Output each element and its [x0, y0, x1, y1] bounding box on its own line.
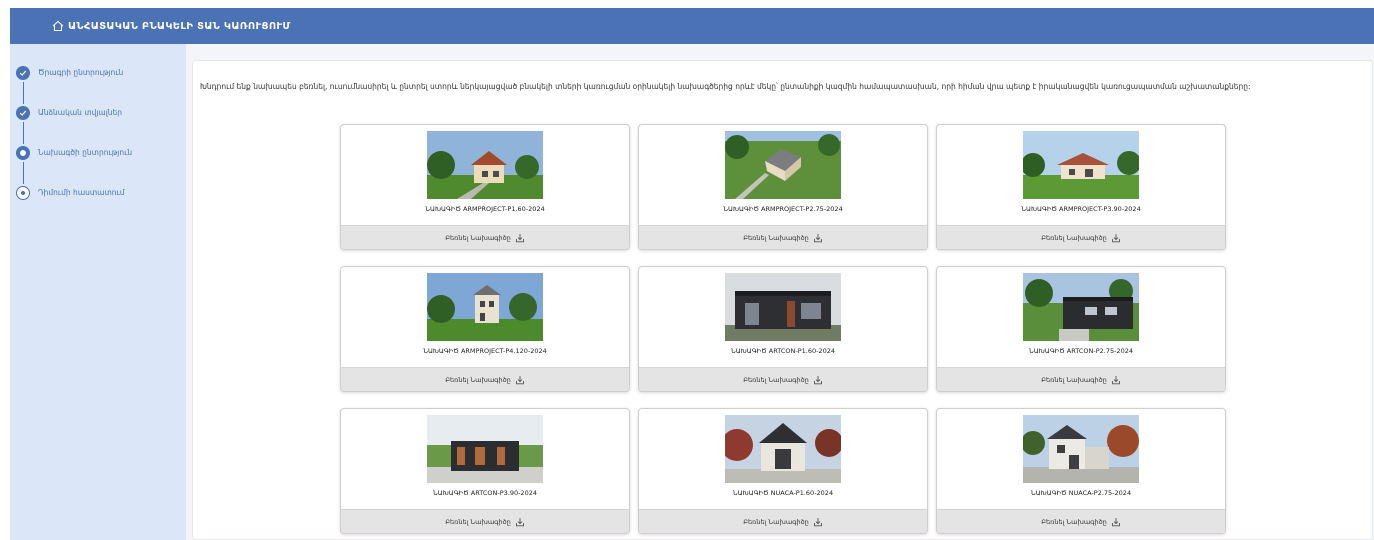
step-label: Դիմումի հաստատում — [38, 188, 125, 197]
download-label: Բեռնել Նախագիծը — [1041, 375, 1107, 384]
download-label: Բեռնել Նախագիծը — [1041, 233, 1107, 242]
project-card[interactable]: ՆԱԽԱԳԻԾ ARMPROJECT-P4.120-2024 Բեռնել Նա… — [340, 266, 630, 392]
project-card[interactable]: ՆԱԽԱԳԻԾ ARTCON-P3.90-2024 Բեռնել Նախագիծ… — [340, 408, 630, 534]
project-name: ՆԱԽԱԳԻԾ NUACA-P1.60-2024 — [732, 489, 834, 497]
download-project-button[interactable]: Բեռնել Նախագիծը — [341, 509, 629, 533]
download-icon — [1111, 233, 1120, 242]
step-label: Անձնական տվյալներ — [38, 108, 123, 117]
project-card[interactable]: ՆԱԽԱԳԻԾ NUACA-P1.60-2024 Բեռնել Նախագիծը — [638, 408, 928, 534]
download-project-button[interactable]: Բեռնել Նախագիծը — [937, 225, 1225, 249]
download-project-button[interactable]: Բեռնել Նախագիծը — [639, 509, 927, 533]
download-label: Բեռնել Նախագիծը — [445, 517, 511, 526]
project-card[interactable]: ՆԱԽԱԳԻԾ NUACA-P2.75-2024 Բեռնել Նախագիծը — [936, 408, 1226, 534]
project-card[interactable]: ՆԱԽԱԳԻԾ ARMPROJECT-P2.75-2024 Բեռնել Նախ… — [638, 124, 928, 250]
step-connector — [22, 122, 24, 144]
download-icon — [1111, 375, 1120, 384]
download-project-button[interactable]: Բեռնել Նախագիծը — [937, 509, 1225, 533]
download-icon — [515, 233, 524, 242]
page-header: ԱՆՀԱՏԱԿԱՆ ԲՆԱԿԵԼԻ ՏԱՆ ԿԱՌՈՒՑՈՒՄ — [10, 8, 1374, 44]
project-card[interactable]: ՆԱԽԱԳԻԾ ARMPROJECT-P3.90-2024 Բեռնել Նախ… — [936, 124, 1226, 250]
download-icon — [813, 517, 822, 526]
check-icon — [16, 66, 30, 80]
project-name: ՆԱԽԱԳԻԾ NUACA-P2.75-2024 — [1030, 489, 1132, 497]
project-image — [1023, 415, 1139, 483]
project-image — [725, 273, 841, 341]
download-icon — [515, 375, 524, 384]
download-project-button[interactable]: Բեռնել Նախագիծը — [639, 367, 927, 391]
download-project-button[interactable]: Բեռնել Նախագիծը — [341, 225, 629, 249]
download-label: Բեռնել Նախագիծը — [743, 233, 809, 242]
check-icon — [16, 106, 30, 120]
download-label: Բեռնել Նախագիծը — [743, 375, 809, 384]
download-project-button[interactable]: Բեռնել Նախագիծը — [341, 367, 629, 391]
step-connector — [22, 162, 24, 184]
step-personal-data[interactable]: Անձնական տվյալներ — [16, 106, 132, 146]
project-name: ՆԱԽԱԳԻԾ ARMPROJECT-P3.90-2024 — [1021, 205, 1141, 213]
download-icon — [1111, 517, 1120, 526]
project-name: ՆԱԽԱԳԻԾ ARMPROJECT-P1.60-2024 — [425, 205, 545, 213]
project-name: ՆԱԽԱԳԻԾ ARTCON-P3.90-2024 — [433, 489, 537, 497]
download-project-button[interactable]: Բեռնել Նախագիծը — [639, 225, 927, 249]
current-step-icon — [16, 146, 30, 160]
project-name: ՆԱԽԱԳԻԾ ARMPROJECT-P2.75-2024 — [723, 205, 843, 213]
download-label: Բեռնել Նախագիծը — [445, 233, 511, 242]
project-card[interactable]: ՆԱԽԱԳԻԾ ARMPROJECT-P1.60-2024 Բեռնել Նախ… — [340, 124, 630, 250]
project-card[interactable]: ՆԱԽԱԳԻԾ ARTCON-P1.60-2024 Բեռնել Նախագիծ… — [638, 266, 928, 392]
step-connector — [22, 82, 24, 104]
download-project-button[interactable]: Բեռնել Նախագիծը — [937, 367, 1225, 391]
home-icon[interactable] — [52, 20, 64, 32]
step-application-confirmation[interactable]: Դիմումի հաստատում — [16, 186, 132, 226]
step-project-selection[interactable]: Նախագծի ընտրություն — [16, 146, 132, 186]
project-image — [1023, 131, 1139, 199]
project-image — [427, 415, 543, 483]
project-name: ՆԱԽԱԳԻԾ ARTCON-P1.60-2024 — [731, 347, 835, 355]
step-label: Ծրագրի ընտրություն — [38, 68, 124, 77]
project-image — [427, 131, 543, 199]
step-program-selection[interactable]: Ծրագրի ընտրություն — [16, 66, 132, 106]
project-name: ՆԱԽԱԳԻԾ ARMPROJECT-P4.120-2024 — [423, 347, 547, 355]
page-title: ԱՆՀԱՏԱԿԱՆ ԲՆԱԿԵԼԻ ՏԱՆ ԿԱՌՈՒՑՈՒՄ — [68, 20, 291, 32]
download-label: Բեռնել Նախագիծը — [445, 375, 511, 384]
download-icon — [813, 233, 822, 242]
download-icon — [515, 517, 524, 526]
project-image — [725, 415, 841, 483]
project-image — [725, 131, 841, 199]
pending-step-icon — [16, 186, 30, 200]
download-label: Բեռնել Նախագիծը — [743, 517, 809, 526]
step-label: Նախագծի ընտրություն — [38, 148, 133, 157]
project-image — [1023, 273, 1139, 341]
download-label: Բեռնել Նախագիծը — [1041, 517, 1107, 526]
project-name: ՆԱԽԱԳԻԾ ARTCON-P2.75-2024 — [1029, 347, 1133, 355]
download-icon — [813, 375, 822, 384]
wizard-steps: Ծրագրի ընտրություն Անձնական տվյալներ Նախ… — [16, 66, 132, 226]
project-image — [427, 273, 543, 341]
intro-text: Խնդրում ենք նախապես բեռնել, ուսումնասիրե… — [200, 82, 1251, 91]
window-edge — [0, 8, 10, 540]
project-card[interactable]: ՆԱԽԱԳԻԾ ARTCON-P2.75-2024 Բեռնել Նախագիծ… — [936, 266, 1226, 392]
